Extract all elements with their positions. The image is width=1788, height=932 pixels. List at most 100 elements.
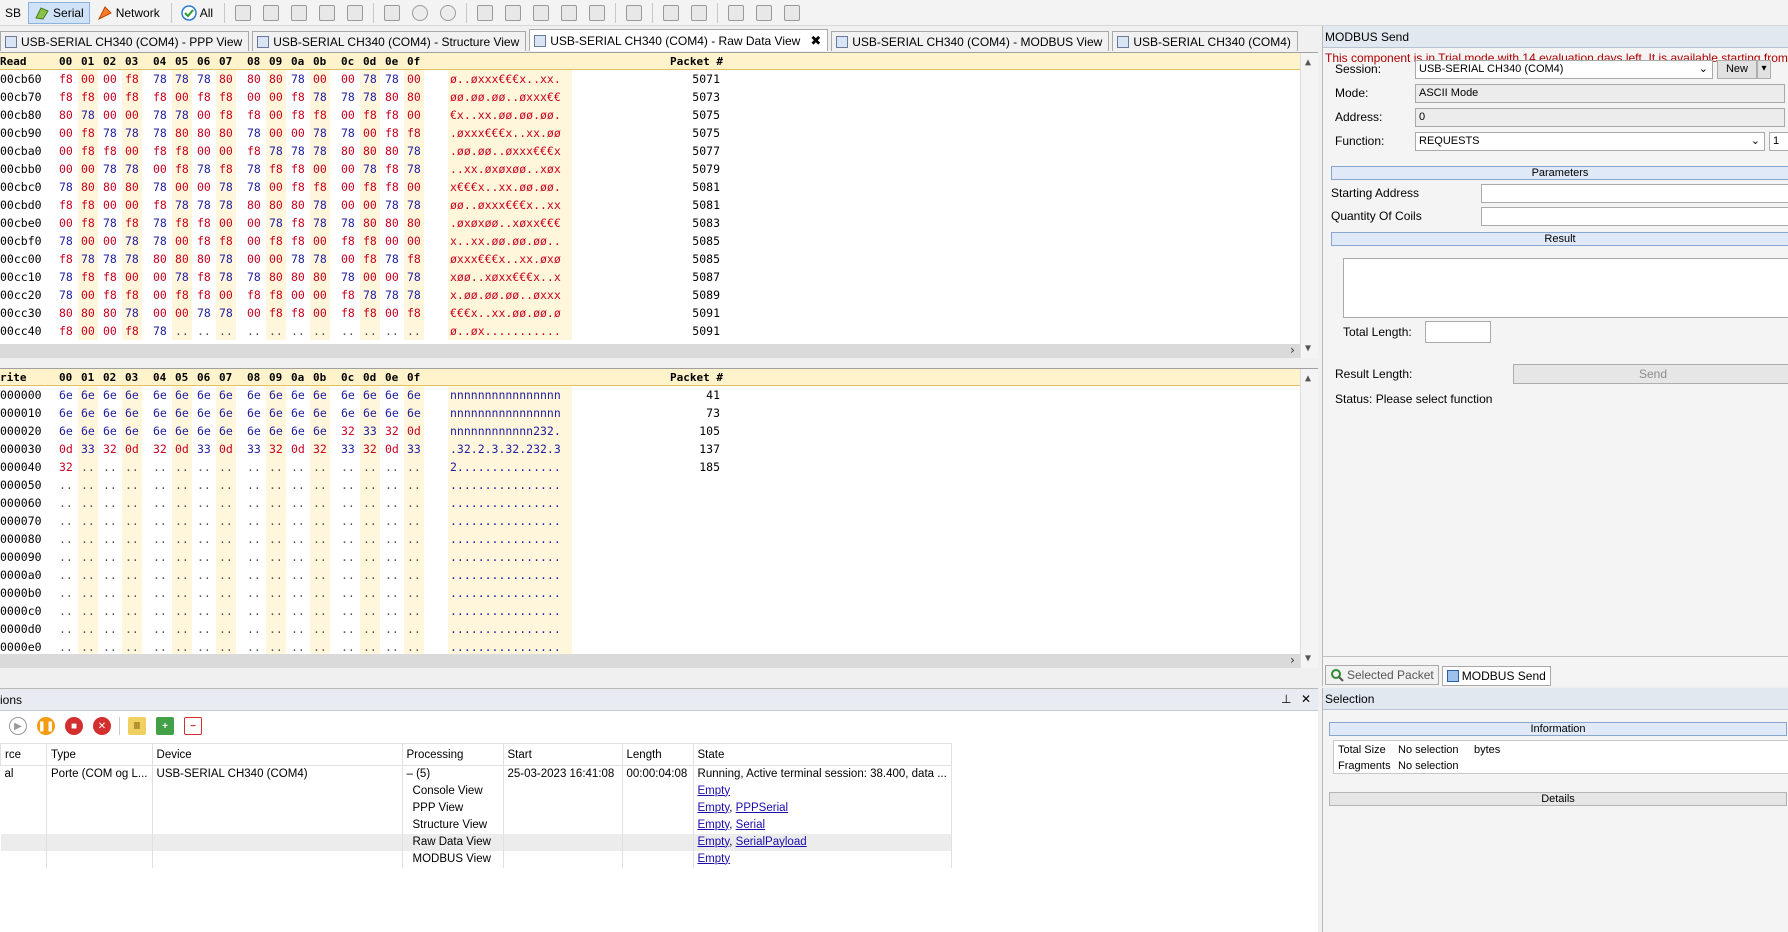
group-icon[interactable] [587, 3, 607, 23]
remove-icon[interactable]: − [184, 717, 202, 735]
hex-byte[interactable]: 78 [153, 108, 167, 122]
hex-byte[interactable]: 78 [59, 270, 73, 284]
hex-byte[interactable]: 6e [125, 424, 139, 438]
hex-byte[interactable]: .. [103, 478, 117, 492]
hex-row[interactable]: 00cbb0 00 00 78 78 00 f8 78 f8 78 f8 f8 00 00 78 f8 78..… [0, 160, 1300, 178]
ascii-text[interactable]: ................ [450, 532, 561, 546]
hex-byte[interactable]: 78 [385, 198, 399, 212]
scroll-up-icon[interactable]: ▲ [1305, 373, 1311, 384]
starting-address-field[interactable] [1481, 183, 1788, 203]
hex-row[interactable]: 00cc00 f8 78 78 78 80 80 80 78 00 00 78 78 00 f8 78 f8 øx… [0, 250, 1300, 268]
hex-byte[interactable]: 6e [153, 406, 167, 420]
hex-byte[interactable]: 0d [175, 442, 189, 456]
hex-byte[interactable]: .. [175, 586, 189, 600]
hex-byte[interactable]: 78 [153, 234, 167, 248]
hex-byte[interactable]: f8 [407, 306, 421, 320]
hex-byte[interactable]: 78 [313, 144, 327, 158]
ascii-text[interactable]: x.øø.øø.øø..øxxx [450, 288, 561, 302]
hex-byte[interactable]: f8 [197, 288, 211, 302]
hex-byte[interactable]: 78 [341, 270, 355, 284]
hex-byte[interactable]: 78 [59, 180, 73, 194]
hex-byte[interactable]: 00 [103, 234, 117, 248]
hex-byte[interactable]: f8 [269, 162, 283, 176]
hex-byte[interactable]: .. [385, 532, 399, 546]
hex-byte[interactable]: .. [219, 324, 233, 338]
hex-byte[interactable]: .. [363, 568, 377, 582]
hex-byte[interactable]: .. [219, 478, 233, 492]
hex-byte[interactable]: .. [291, 532, 305, 546]
hex-byte[interactable]: 78 [103, 126, 117, 140]
quantity-field[interactable] [1481, 206, 1788, 226]
hex-byte[interactable]: .. [247, 496, 261, 510]
hex-byte[interactable]: 0d [125, 442, 139, 456]
hex-byte[interactable]: f8 [247, 108, 261, 122]
hex-byte[interactable]: f8 [407, 126, 421, 140]
hex-byte[interactable]: .. [385, 514, 399, 528]
hex-byte[interactable]: .. [407, 622, 421, 636]
hex-byte[interactable]: .. [385, 550, 399, 564]
hex-byte[interactable]: .. [125, 496, 139, 510]
hex-byte[interactable]: .. [385, 478, 399, 492]
ascii-text[interactable]: ................ [450, 568, 561, 582]
hex-byte[interactable]: 6e [59, 388, 73, 402]
copy-icon[interactable] [531, 3, 551, 23]
hex-byte[interactable]: f8 [81, 216, 95, 230]
hex-byte[interactable]: 00 [341, 180, 355, 194]
hex-byte[interactable]: f8 [175, 144, 189, 158]
hex-byte[interactable]: 78 [125, 252, 139, 266]
hex-row[interactable]: 000040 32.............................. 2.… [0, 458, 1300, 476]
hex-byte[interactable]: .. [59, 550, 73, 564]
hex-byte[interactable]: 6e [247, 388, 261, 402]
send-button[interactable]: Send [1513, 364, 1788, 384]
ascii-text[interactable]: ø..øxxx€€€x..xx. [450, 72, 561, 86]
scroll-down-icon[interactable]: ▼ [1305, 343, 1311, 354]
hex-byte[interactable]: 78 [341, 90, 355, 104]
hex-byte[interactable]: .. [125, 532, 139, 546]
hex-byte[interactable]: 00 [59, 162, 73, 176]
compare-icon[interactable] [624, 3, 644, 23]
hex-byte[interactable]: 6e [291, 388, 305, 402]
hex-byte[interactable]: 00 [269, 126, 283, 140]
hex-byte[interactable]: f8 [219, 234, 233, 248]
hex-byte[interactable]: .. [247, 532, 261, 546]
hex-byte[interactable]: .. [175, 640, 189, 654]
hex-byte[interactable]: .. [291, 550, 305, 564]
stop-icon[interactable]: ■ [65, 717, 83, 735]
hex-byte[interactable]: .. [125, 586, 139, 600]
hex-byte[interactable]: 00 [247, 216, 261, 230]
hex-byte[interactable]: 78 [313, 90, 327, 104]
hex-byte[interactable]: f8 [175, 288, 189, 302]
filter-icon[interactable] [261, 3, 281, 23]
hex-byte[interactable]: .. [341, 514, 355, 528]
hex-byte[interactable]: 80 [385, 144, 399, 158]
hex-byte[interactable]: .. [175, 622, 189, 636]
vertical-scrollbar[interactable]: ▲ ▼ [1300, 369, 1318, 668]
hex-byte[interactable]: 00 [313, 288, 327, 302]
hex-byte[interactable]: .. [153, 460, 167, 474]
hex-row[interactable]: 00cb60 f8 00 00 f8 78 78 78 80 80 80 78 00 00 78 78 00 ø.… [0, 70, 1300, 88]
hex-byte[interactable]: 00 [81, 72, 95, 86]
hex-byte[interactable]: .. [363, 514, 377, 528]
hex-byte[interactable]: 32 [385, 424, 399, 438]
hex-byte[interactable]: .. [197, 604, 211, 618]
ascii-text[interactable]: nnnnnnnnnnnn232. [450, 424, 561, 438]
hex-byte[interactable]: 00 [313, 162, 327, 176]
hex-byte[interactable]: 78 [313, 252, 327, 266]
scroll-right-icon[interactable]: › [1289, 343, 1296, 357]
hex-byte[interactable]: 6e [59, 406, 73, 420]
hex-byte[interactable]: .. [175, 514, 189, 528]
hex-byte[interactable]: 00 [407, 108, 421, 122]
hex-byte[interactable]: 0d [385, 442, 399, 456]
hex-byte[interactable]: f8 [363, 108, 377, 122]
hex-byte[interactable]: .. [175, 550, 189, 564]
hex-byte[interactable]: 80 [269, 72, 283, 86]
state-link[interactable]: Empty [698, 802, 730, 814]
hex-byte[interactable]: .. [341, 532, 355, 546]
ascii-text[interactable]: .øxxx€€€x..xx.øø [450, 126, 561, 140]
hex-byte[interactable]: 78 [59, 288, 73, 302]
hex-byte[interactable]: 80 [103, 306, 117, 320]
hex-row[interactable]: 00cba0 00 f8 f8 00 f8 f8 00 00 f8 78 78 78 80 80 80 78 .ø… [0, 142, 1300, 160]
table-row[interactable]: Structure View Empty, Serial [0, 816, 952, 834]
hex-byte[interactable]: 78 [153, 180, 167, 194]
hex-byte[interactable]: .. [363, 324, 377, 338]
